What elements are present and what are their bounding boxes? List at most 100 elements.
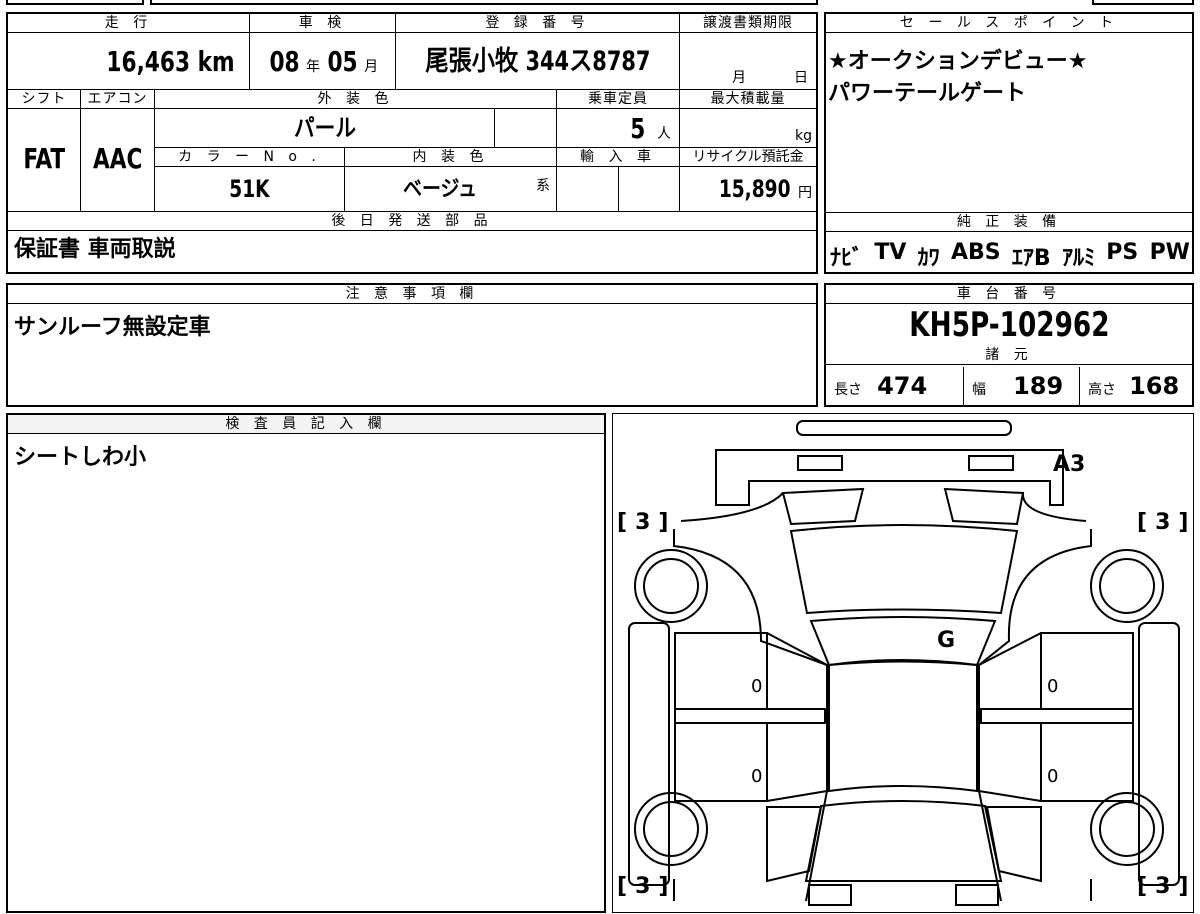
vehicle-info-table: 走 行 車 検 登 録 番 号 譲渡書類期限 16,463 km 08 年 05 月… (6, 12, 818, 274)
diagram-bumper (715, 449, 1064, 506)
diagram-left-rear-door-shape (674, 722, 768, 802)
aircon-header: エアコン (81, 90, 155, 109)
diagram-tire-front-left-inner (643, 558, 699, 614)
mileage-value: 16,463 km (106, 45, 235, 78)
genuine-equipment-header: 純 正 装 備 (826, 212, 1192, 232)
diagram-top-bar (796, 420, 1012, 436)
later-parts-value: 保証書 車両取説 (14, 237, 176, 262)
mark-rear-bumper: A3 (1053, 452, 1086, 477)
inspector-header: 検 査 員 記 入 欄 (8, 415, 604, 434)
exterior-color-value: パール (293, 114, 356, 142)
mark-hood: G (937, 628, 956, 653)
car-diagram-box: A3 G 0 0 0 0 [3] [3] [3] [3] (612, 413, 1194, 913)
max-load-header: 最大積載量 (680, 90, 816, 109)
equipment-item: PS (1106, 240, 1139, 265)
equipment-item: ABS (950, 240, 1001, 265)
color-no-header: カ ラ ー N o . (155, 148, 345, 167)
shift-header: シフト (8, 90, 81, 109)
exterior-color-header: 外 装 色 (155, 90, 557, 109)
inspection-year: 08 (269, 45, 300, 78)
registration-number: 尾張小牧 344ス8787 (424, 46, 651, 77)
sales-point-box: セ ー ル ス ポ イ ン ト ★オークションデビュー★ パワーテールゲート 純… (824, 12, 1194, 274)
diagram-left-front-door-extend (766, 632, 828, 710)
capacity-value: 5 (630, 112, 646, 145)
recycle-fee: 15,890 (718, 175, 791, 203)
diagram-bumper-lamp-left (797, 455, 843, 471)
equipment-item: ｶﾜ (917, 246, 940, 271)
diagram-windshield (809, 616, 997, 667)
import-header: 輸 入 車 (557, 148, 680, 167)
diagram-hood (789, 524, 1019, 615)
color-no-value: 51K (229, 175, 270, 203)
equipment-item: ｴｱB (1011, 246, 1051, 271)
specs-row: 長さ 474 幅 189 高さ 168 (826, 367, 1192, 405)
chassis-box: 車 台 番 号 KH5P-102962 諸 元 長さ 474 幅 189 高さ … (824, 283, 1194, 407)
diagram-body-sides (680, 492, 1087, 522)
equipment-item: PW (1149, 240, 1190, 265)
diagram-roof (828, 659, 978, 793)
mileage-header: 走 行 (8, 14, 250, 33)
sales-point-header: セ ー ル ス ポ イ ン ト (826, 14, 1192, 33)
diagram-tire-rear-left-inner (643, 801, 699, 857)
spec-length: 長さ 474 (826, 367, 964, 405)
notes-box: 注 意 事 項 欄 サンルーフ無設定車 (6, 283, 818, 407)
equipment-item: ｱﾙﾐ (1061, 246, 1095, 271)
diagram-tire-front-right-outer (1090, 549, 1164, 623)
diagram-tire-rear-right-outer (1090, 792, 1164, 866)
diagram-right-front-door-lower (980, 708, 1134, 724)
max-load-cell: kg (680, 109, 816, 148)
diagram-tire-rear-left-outer (634, 792, 708, 866)
sales-point-list: ★オークションデビュー★ パワーテールゲート (828, 46, 1087, 110)
diagram-rear-window (804, 800, 1003, 882)
transfer-deadline-cell: 月 日 (680, 33, 816, 90)
aircon-value: AAC (92, 142, 143, 175)
spec-height: 高さ 168 (1088, 372, 1180, 400)
diagram-left-front-door-shape (674, 632, 768, 710)
tire-mark-front-left: [3] (617, 510, 677, 535)
equipment-list: ﾅﾋﾞ TV ｶﾜ ABS ｴｱB ｱﾙﾐ PS PW (830, 240, 1190, 272)
diagram-body-outline (673, 529, 1092, 902)
capacity-header: 乗車定員 (557, 90, 680, 109)
shift-cell: FAT (8, 109, 81, 212)
mark-right-front-door: 0 (1047, 676, 1059, 697)
diagram-tire-front-left-outer (634, 549, 708, 623)
diagram-right-rear-door-shape (1040, 722, 1134, 802)
color-no-cell: 51K (155, 167, 345, 212)
equipment-item: TV (874, 240, 907, 265)
specs-header: 諸 元 (826, 346, 1192, 365)
interior-color-header: 内 装 色 (345, 148, 557, 167)
chassis-number-cell: KH5P-102962 (826, 304, 1192, 347)
interior-color-value: ベージュ (403, 177, 478, 202)
exterior-color-extra-cell (495, 109, 557, 148)
sales-point-item: パワーテールゲート (828, 81, 1027, 106)
diagram-right-rear-door-extend (978, 722, 1042, 802)
top-stub-left (6, 0, 144, 5)
notes-value: サンルーフ無設定車 (14, 315, 211, 340)
registration-header: 登 録 番 号 (396, 14, 680, 33)
mileage-cell: 16,463 km (8, 33, 250, 90)
registration-cell: 尾張小牧 344ス8787 (396, 33, 680, 90)
inspection-month: 05 (327, 45, 358, 78)
equipment-item: ﾅﾋﾞ (830, 246, 864, 271)
recycle-cell: 15,890 円 (680, 167, 816, 212)
top-stub-right (1092, 0, 1194, 5)
capacity-cell: 5人 (557, 109, 680, 148)
notes-header: 注 意 事 項 欄 (8, 285, 816, 304)
spec-width: 幅 189 (964, 367, 1080, 405)
diagram-bumper-lamp-right (968, 455, 1014, 471)
inspection-cell: 08 年 05 月 (250, 33, 396, 90)
diagram-tire-rear-right-inner (1099, 801, 1155, 857)
chassis-header: 車 台 番 号 (826, 285, 1192, 304)
shift-value: FAT (23, 142, 65, 175)
car-diagram (628, 420, 1180, 906)
exterior-color-cell: パール (155, 109, 495, 148)
aircon-cell: AAC (81, 109, 155, 212)
mark-right-rear-door: 0 (1047, 766, 1059, 787)
tire-mark-rear-left: [3] (617, 874, 677, 899)
tire-mark-front-right: [3] (1137, 510, 1197, 535)
diagram-right-front-door-extend (978, 632, 1042, 710)
import-cell-a (557, 167, 619, 212)
top-stub-mid (150, 0, 818, 5)
import-cell-b (619, 167, 680, 212)
mark-left-rear-door: 0 (751, 766, 763, 787)
